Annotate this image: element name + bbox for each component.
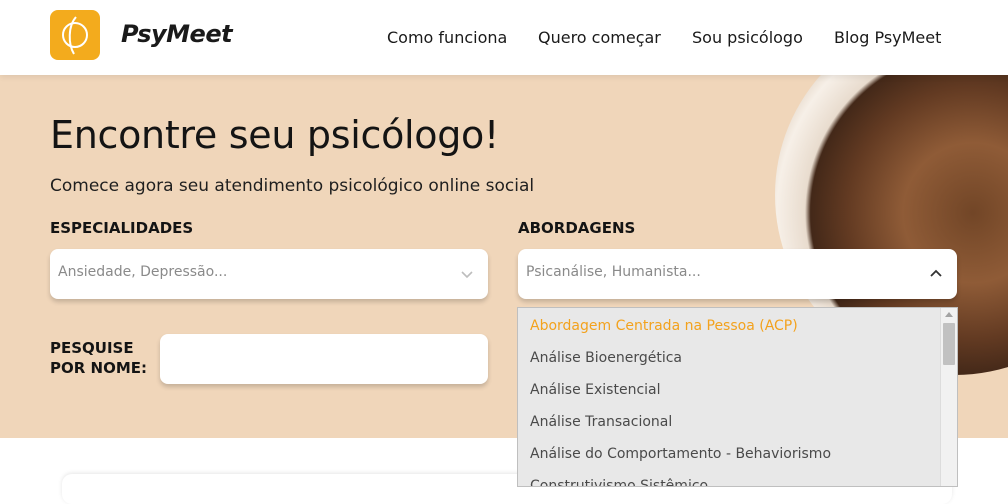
abordagens-dropdown-list[interactable]: Abordagem Centrada na Pessoa (ACP) Análi… — [517, 307, 958, 487]
scroll-up-arrow-icon[interactable] — [945, 312, 953, 317]
especialidades-label: ESPECIALIDADES — [50, 219, 194, 237]
nav-blog[interactable]: Blog PsyMeet — [834, 28, 941, 47]
dropdown-option[interactable]: Análise do Comportamento - Behaviorismo — [530, 446, 831, 462]
dropdown-option[interactable]: Análise Transacional — [530, 414, 672, 430]
abordagens-label: ABORDAGENS — [518, 219, 636, 237]
especialidades-select[interactable]: Ansiedade, Depressão... — [50, 249, 488, 299]
psymeet-logo-icon[interactable] — [50, 10, 100, 60]
scrollbar-thumb[interactable] — [943, 323, 955, 365]
nav-quero-comecar[interactable]: Quero começar — [538, 28, 661, 47]
dropdown-scrollbar[interactable] — [940, 308, 957, 486]
dropdown-option[interactable]: Abordagem Centrada na Pessoa (ACP) — [530, 318, 798, 334]
especialidades-placeholder: Ansiedade, Depressão... — [58, 264, 228, 280]
site-header: PsyMeet Como funciona Quero começar Sou … — [0, 0, 1008, 75]
page-title: Encontre seu psicólogo! — [50, 113, 499, 157]
abordagens-placeholder: Psicanálise, Humanista... — [526, 264, 701, 280]
chevron-up-icon — [930, 269, 942, 277]
search-name-input[interactable] — [160, 334, 488, 384]
search-name-label-line1: PESQUISE — [50, 339, 134, 357]
nav-sou-psicologo[interactable]: Sou psicólogo — [692, 28, 803, 47]
nav-como-funciona[interactable]: Como funciona — [387, 28, 507, 47]
brand-name[interactable]: PsyMeet — [121, 20, 233, 48]
dropdown-option[interactable]: Análise Bioenergética — [530, 350, 682, 366]
chevron-down-icon — [461, 271, 473, 279]
search-name-label-line2: POR NOME: — [50, 359, 147, 377]
page-subtitle: Comece agora seu atendimento psicológico… — [50, 176, 535, 196]
search-name-label: PESQUISE POR NOME: — [50, 338, 147, 378]
abordagens-select[interactable]: Psicanálise, Humanista... — [518, 249, 957, 299]
dropdown-option[interactable]: Análise Existencial — [530, 382, 661, 398]
dropdown-option[interactable]: Construtivismo Sistêmico — [530, 478, 708, 486]
